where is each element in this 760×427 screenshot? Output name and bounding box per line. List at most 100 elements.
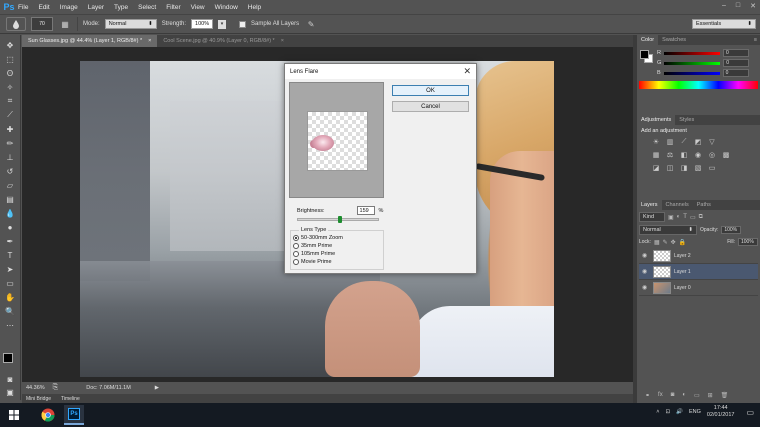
- black-white-icon[interactable]: ◧: [679, 151, 689, 159]
- brightness-slider-thumb[interactable]: [338, 216, 343, 223]
- notifications-icon[interactable]: ▭: [746, 408, 754, 417]
- invert-icon[interactable]: ◪: [651, 164, 661, 172]
- close-window-button[interactable]: ✕: [750, 2, 756, 10]
- volume-icon[interactable]: 🔊: [676, 409, 683, 415]
- green-value[interactable]: 0: [723, 59, 750, 67]
- eraser-tool-icon[interactable]: ▱: [3, 179, 17, 191]
- photoshop-taskbar-icon[interactable]: Ps: [64, 405, 84, 425]
- radio-button[interactable]: [293, 259, 299, 265]
- hue-saturation-icon[interactable]: ▦: [651, 151, 661, 159]
- menu-view[interactable]: View: [191, 4, 205, 11]
- tab-adjustments[interactable]: Adjustments: [637, 115, 676, 125]
- sample-all-layers-checkbox[interactable]: [239, 20, 247, 28]
- export-icon[interactable]: ⎘: [53, 384, 59, 392]
- menu-select[interactable]: Select: [138, 4, 156, 11]
- move-tool-icon[interactable]: ✥: [3, 39, 17, 51]
- clone-stamp-tool-icon[interactable]: ⊥: [3, 151, 17, 163]
- gradient-tool-icon[interactable]: ▤: [3, 193, 17, 205]
- threshold-icon[interactable]: ◨: [679, 164, 689, 172]
- quick-select-tool-icon[interactable]: ✧: [3, 81, 17, 93]
- strength-field[interactable]: 100%: [191, 19, 214, 29]
- layer-style-icon[interactable]: fx: [658, 392, 663, 399]
- brush-panel-toggle-icon[interactable]: ▦: [58, 17, 72, 31]
- trash-icon[interactable]: 🗑: [721, 392, 729, 399]
- status-menu-arrow[interactable]: ▶: [155, 385, 159, 391]
- quick-mask-icon[interactable]: ◙: [3, 373, 17, 385]
- menu-window[interactable]: Window: [215, 4, 238, 11]
- brightness-contrast-icon[interactable]: ☀: [651, 138, 661, 146]
- new-group-icon[interactable]: ▭: [694, 392, 700, 399]
- color-spectrum[interactable]: [639, 81, 758, 89]
- menu-layer[interactable]: Layer: [88, 4, 104, 11]
- selective-color-icon[interactable]: ▧: [693, 164, 703, 172]
- brightness-slider[interactable]: [297, 216, 379, 223]
- workspace-select[interactable]: Essentials ⬍: [692, 19, 756, 29]
- layer-row-selected[interactable]: ◉ Layer 1: [639, 264, 758, 280]
- curves-icon[interactable]: ⟋: [679, 138, 689, 146]
- lens-option[interactable]: Movie Prime: [293, 259, 332, 265]
- clock[interactable]: 17:44 02/01/2017: [707, 405, 735, 419]
- lens-option[interactable]: 50-300mm Zoom: [293, 235, 343, 241]
- tab-timeline[interactable]: Timeline: [61, 396, 80, 402]
- strength-dropdown-icon[interactable]: ▾: [218, 19, 227, 29]
- lens-option[interactable]: 105mm Prime: [293, 251, 335, 257]
- zoom-tool-icon[interactable]: 🔍: [3, 305, 17, 317]
- fill-value[interactable]: 100%: [738, 238, 758, 246]
- layer-row[interactable]: ◉ Layer 0: [639, 280, 758, 296]
- language-indicator[interactable]: ENG: [689, 409, 701, 415]
- zoom-level[interactable]: 44.36%: [26, 385, 45, 391]
- lock-all-icon[interactable]: 🔒: [679, 239, 686, 246]
- marquee-tool-icon[interactable]: ⬚: [3, 53, 17, 65]
- lock-transparent-icon[interactable]: ▦: [654, 239, 660, 246]
- add-mask-icon[interactable]: ◙: [671, 392, 675, 399]
- cancel-button[interactable]: Cancel: [392, 101, 469, 112]
- tab-swatches[interactable]: Swatches: [658, 35, 690, 45]
- red-value[interactable]: 0: [722, 49, 749, 57]
- tab-mini-bridge[interactable]: Mini Bridge: [26, 396, 51, 402]
- hand-tool-icon[interactable]: ✋: [3, 291, 17, 303]
- tab-layers[interactable]: Layers: [637, 200, 662, 210]
- layer-filter-select[interactable]: Kind: [639, 212, 665, 222]
- tab-paths[interactable]: Paths: [693, 200, 715, 210]
- new-adjustment-icon[interactable]: ◐: [682, 392, 686, 399]
- layer-row[interactable]: ◉ Layer 2: [639, 248, 758, 264]
- lens-option[interactable]: 35mm Prime: [293, 243, 332, 249]
- filter-smart-icon[interactable]: ⧉: [699, 214, 703, 221]
- tab-sun-glasses[interactable]: Sun Glasses.jpg @ 44.4% (Layer 1, RGB/8#…: [22, 35, 158, 47]
- more-tools-icon[interactable]: ⋯: [3, 319, 17, 331]
- channel-mixer-icon[interactable]: ◎: [707, 151, 717, 159]
- healing-brush-tool-icon[interactable]: ✚: [3, 123, 17, 135]
- levels-icon[interactable]: ▥: [665, 138, 675, 146]
- filter-type-icon[interactable]: T: [683, 214, 687, 220]
- menu-file[interactable]: File: [18, 4, 28, 11]
- menu-type[interactable]: Type: [114, 4, 128, 11]
- eye-icon[interactable]: ◉: [642, 284, 650, 291]
- menu-image[interactable]: Image: [60, 4, 78, 11]
- red-slider[interactable]: [663, 51, 720, 55]
- history-brush-tool-icon[interactable]: ↺: [3, 165, 17, 177]
- pressure-strength-icon[interactable]: ✎: [304, 17, 318, 31]
- tab-color[interactable]: Color: [637, 35, 659, 45]
- foreground-color-swatch[interactable]: [640, 50, 649, 59]
- radio-button[interactable]: [293, 235, 299, 241]
- lock-image-icon[interactable]: ✎: [663, 239, 668, 246]
- radio-button[interactable]: [293, 243, 299, 249]
- windows-start-icon[interactable]: [4, 405, 24, 425]
- photo-filter-icon[interactable]: ◉: [693, 151, 703, 159]
- shape-tool-icon[interactable]: ▭: [3, 277, 17, 289]
- exposure-icon[interactable]: ◩: [693, 138, 703, 146]
- blend-mode-select[interactable]: Normal ⬍: [639, 225, 697, 235]
- path-selection-tool-icon[interactable]: ➤: [3, 263, 17, 275]
- brightness-input[interactable]: 159: [356, 206, 375, 215]
- close-icon[interactable]: ×: [148, 38, 151, 44]
- filter-pixel-icon[interactable]: ▣: [668, 214, 674, 221]
- screen-mode-icon[interactable]: ▣: [3, 386, 17, 398]
- eye-icon[interactable]: ◉: [642, 268, 650, 275]
- brush-size-picker[interactable]: 70: [31, 17, 53, 31]
- close-icon[interactable]: ×: [281, 38, 284, 44]
- filter-shape-icon[interactable]: ▭: [690, 214, 696, 221]
- color-balance-icon[interactable]: ⚖: [665, 151, 675, 159]
- menu-help[interactable]: Help: [248, 4, 261, 11]
- lock-position-icon[interactable]: ✥: [671, 239, 676, 246]
- brush-tool-icon[interactable]: ✏: [3, 137, 17, 149]
